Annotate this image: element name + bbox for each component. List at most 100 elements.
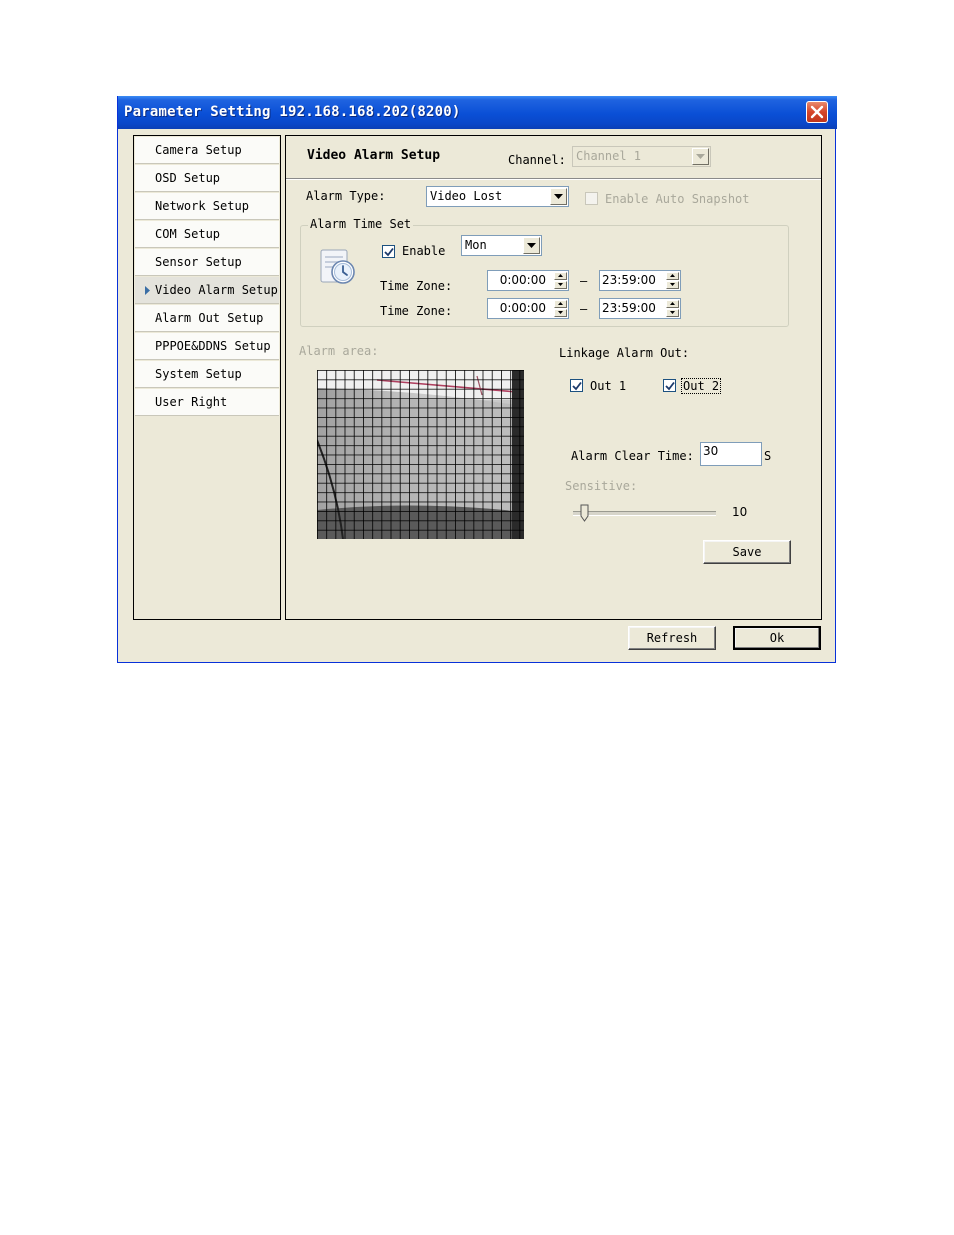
out2-checkbox[interactable] <box>663 379 676 392</box>
alarm-area-grid[interactable] <box>317 370 524 539</box>
time-zone-1-end-spinner[interactable] <box>666 272 679 289</box>
sensitive-slider-thumb[interactable] <box>580 504 589 522</box>
alarm-type-label: Alarm Type: <box>306 189 386 203</box>
time-zone-1-label: Time Zone: <box>380 279 453 293</box>
video-alarm-panel: Video Alarm Setup Channel: Channel 1 Ala… <box>285 135 822 620</box>
spin-down-icon <box>558 283 563 286</box>
sidebar-item-user-right[interactable]: User Right <box>135 389 279 416</box>
sidebar-item-label: COM Setup <box>155 227 221 241</box>
alarm-area-label: Alarm area: <box>299 344 379 358</box>
panel-header: Video Alarm Setup Channel: Channel 1 <box>286 136 821 179</box>
sidebar-item-label: Sensor Setup <box>155 255 242 269</box>
sidebar-item-label: Camera Setup <box>155 143 242 157</box>
out1-checkbox[interactable] <box>570 379 583 392</box>
channel-dropdown-button[interactable] <box>692 148 709 165</box>
spin-up-button[interactable] <box>666 272 679 280</box>
panel-title: Video Alarm Setup <box>307 148 441 163</box>
refresh-button[interactable]: Refresh <box>628 626 716 650</box>
checkmark-icon <box>384 247 394 257</box>
sidebar-item-sensor-setup[interactable]: Sensor Setup <box>135 249 279 276</box>
sidebar-item-alarm-out-setup[interactable]: Alarm Out Setup <box>135 305 279 332</box>
sensitive-value: 10 <box>732 505 748 519</box>
close-icon <box>810 105 824 119</box>
time-zone-2-start-value: 0:00:00 <box>499 301 546 315</box>
selected-arrow-icon <box>145 286 150 295</box>
spin-down-icon <box>670 283 675 286</box>
chevron-down-icon <box>527 243 536 248</box>
ok-button[interactable]: Ok <box>733 626 821 650</box>
spin-up-button[interactable] <box>666 300 679 308</box>
alarm-clear-time-unit: S <box>764 449 772 463</box>
schedule-clock-icon <box>320 249 355 284</box>
time-zone-2-dash: – <box>580 302 588 316</box>
alarm-type-value: Video Lost <box>430 189 503 203</box>
sidebar-item-video-alarm-setup[interactable]: Video Alarm Setup <box>135 277 279 304</box>
spin-down-icon <box>670 311 675 314</box>
settings-sidebar: Camera Setup OSD Setup Network Setup COM… <box>133 135 281 620</box>
time-zone-1-start[interactable]: 0:00:00 <box>487 270 569 291</box>
linkage-alarm-out-label: Linkage Alarm Out: <box>559 346 690 360</box>
sidebar-item-pppoe-ddns-setup[interactable]: PPPOE&DDNS Setup <box>135 333 279 360</box>
time-zone-2-end-value: 23:59:00 <box>602 301 656 315</box>
spin-up-button[interactable] <box>554 272 567 280</box>
time-zone-2-end-spinner[interactable] <box>666 300 679 317</box>
save-button[interactable]: Save <box>703 540 791 564</box>
spin-up-icon <box>670 274 675 277</box>
camera-preview-image <box>317 370 524 539</box>
parameter-setting-window: Parameter Setting 192.168.168.202(8200) … <box>117 96 837 663</box>
close-button[interactable] <box>806 101 828 123</box>
day-select[interactable]: Mon <box>461 235 542 256</box>
channel-select[interactable]: Channel 1 <box>572 146 711 167</box>
spin-down-button[interactable] <box>554 281 567 289</box>
day-select-value: Mon <box>465 238 487 252</box>
time-zone-1-end[interactable]: 23:59:00 <box>599 270 681 291</box>
auto-snapshot-label: Enable Auto Snapshot <box>605 192 750 206</box>
time-zone-2-end[interactable]: 23:59:00 <box>599 298 681 319</box>
channel-select-value: Channel 1 <box>576 149 642 163</box>
time-enable-checkbox[interactable] <box>382 245 395 258</box>
out1-label: Out 1 <box>590 379 627 393</box>
sidebar-item-label: User Right <box>155 395 228 409</box>
spin-down-button[interactable] <box>666 281 679 289</box>
checkmark-icon <box>665 381 675 391</box>
chevron-down-icon <box>696 154 705 159</box>
alarm-type-dropdown-button[interactable] <box>550 188 567 205</box>
time-zone-2-start-spinner[interactable] <box>554 300 567 317</box>
sidebar-item-label: OSD Setup <box>155 171 221 185</box>
spin-up-icon <box>558 302 563 305</box>
time-zone-1-start-spinner[interactable] <box>554 272 567 289</box>
sidebar-item-label: Alarm Out Setup <box>155 311 264 325</box>
day-dropdown-button[interactable] <box>523 237 540 254</box>
alarm-type-select[interactable]: Video Lost <box>426 186 569 207</box>
sidebar-item-label: Video Alarm Setup <box>155 283 278 297</box>
sidebar-item-osd-setup[interactable]: OSD Setup <box>135 165 279 192</box>
sidebar-item-camera-setup[interactable]: Camera Setup <box>135 137 279 164</box>
spin-up-button[interactable] <box>554 300 567 308</box>
checkmark-icon <box>572 381 582 391</box>
auto-snapshot-checkbox[interactable] <box>585 192 598 205</box>
alarm-time-set-label: Alarm Time Set <box>308 217 414 231</box>
sidebar-item-system-setup[interactable]: System Setup <box>135 361 279 388</box>
window-title: Parameter Setting 192.168.168.202(8200) <box>124 104 461 120</box>
alarm-clear-time-label: Alarm Clear Time: <box>571 449 694 463</box>
spin-down-button[interactable] <box>554 309 567 317</box>
sidebar-item-com-setup[interactable]: COM Setup <box>135 221 279 248</box>
time-zone-1-start-value: 0:00:00 <box>499 273 546 287</box>
time-enable-label: Enable <box>402 244 446 258</box>
sidebar-item-label: PPPOE&DDNS Setup <box>155 339 271 353</box>
spin-down-icon <box>558 311 563 314</box>
time-zone-2-label: Time Zone: <box>380 304 453 318</box>
sensitive-slider-track[interactable] <box>573 511 716 516</box>
spin-down-button[interactable] <box>666 309 679 317</box>
chevron-down-icon <box>554 194 563 199</box>
sensitive-label: Sensitive: <box>565 479 638 493</box>
sidebar-item-network-setup[interactable]: Network Setup <box>135 193 279 220</box>
time-zone-1-end-value: 23:59:00 <box>602 273 656 287</box>
alarm-clear-time-input[interactable]: 30 <box>700 442 762 466</box>
sidebar-item-label: System Setup <box>155 367 242 381</box>
spin-up-icon <box>670 302 675 305</box>
time-zone-1-dash: – <box>580 274 588 288</box>
spin-up-icon <box>558 274 563 277</box>
title-bar[interactable]: Parameter Setting 192.168.168.202(8200) <box>118 96 837 129</box>
time-zone-2-start[interactable]: 0:00:00 <box>487 298 569 319</box>
